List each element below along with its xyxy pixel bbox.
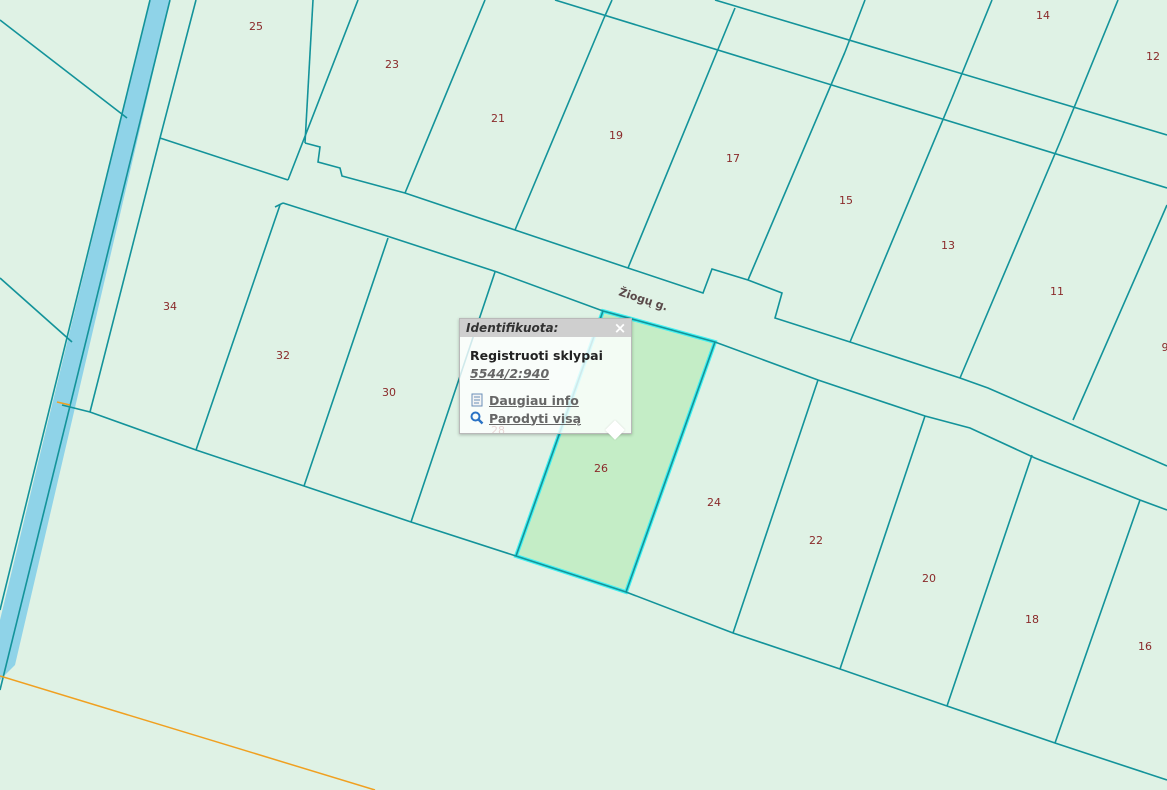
popup-header: Identifikuota: × [460,319,631,337]
lot-number: 13 [941,239,955,252]
lot-number: 9 [1162,341,1167,354]
lot-number: 11 [1050,285,1064,298]
lot-number: 34 [163,300,177,313]
boundary-orange [0,675,376,790]
canal-edge-right [0,0,171,691]
lot-number: 32 [276,349,290,362]
magnifier-icon [470,411,484,425]
lot-number: 18 [1025,613,1039,626]
lot-number: 23 [385,58,399,71]
parcel-id-link[interactable]: 5544/2:940 [470,366,549,381]
lot-number: 21 [491,112,505,125]
identify-popup: Identifikuota: × Registruoti sklypai 554… [459,318,632,434]
lot-number: 14 [1036,9,1050,22]
lot-number: 12 [1146,50,1160,63]
layer-name: Registruoti sklypai [470,348,603,363]
popup-title: Identifikuota: [466,321,559,335]
lot-number: 24 [707,496,721,509]
lot-number: 15 [839,194,853,207]
lot-number: 19 [609,129,623,142]
popup-body: Registruoti sklypai 5544/2:940 Daugiau i… [460,337,631,427]
lot-number: 30 [382,386,396,399]
document-icon [471,393,483,407]
lot-number: 22 [809,534,823,547]
canal-edge-left [0,0,151,611]
more-info-label: Daugiau info [489,392,579,408]
lot-number: 20 [922,572,936,585]
lot-number: 16 [1138,640,1152,653]
lot-number: 17 [726,152,740,165]
more-info-link[interactable]: Daugiau info [470,391,631,409]
street-label: Žiogų g. [617,285,669,313]
close-icon[interactable]: × [613,319,627,337]
show-all-label: Parodyti visą [489,410,582,426]
show-all-link[interactable]: Parodyti visą [470,409,631,427]
lot-number: 25 [249,20,263,33]
lot-number: 26 [594,462,608,475]
